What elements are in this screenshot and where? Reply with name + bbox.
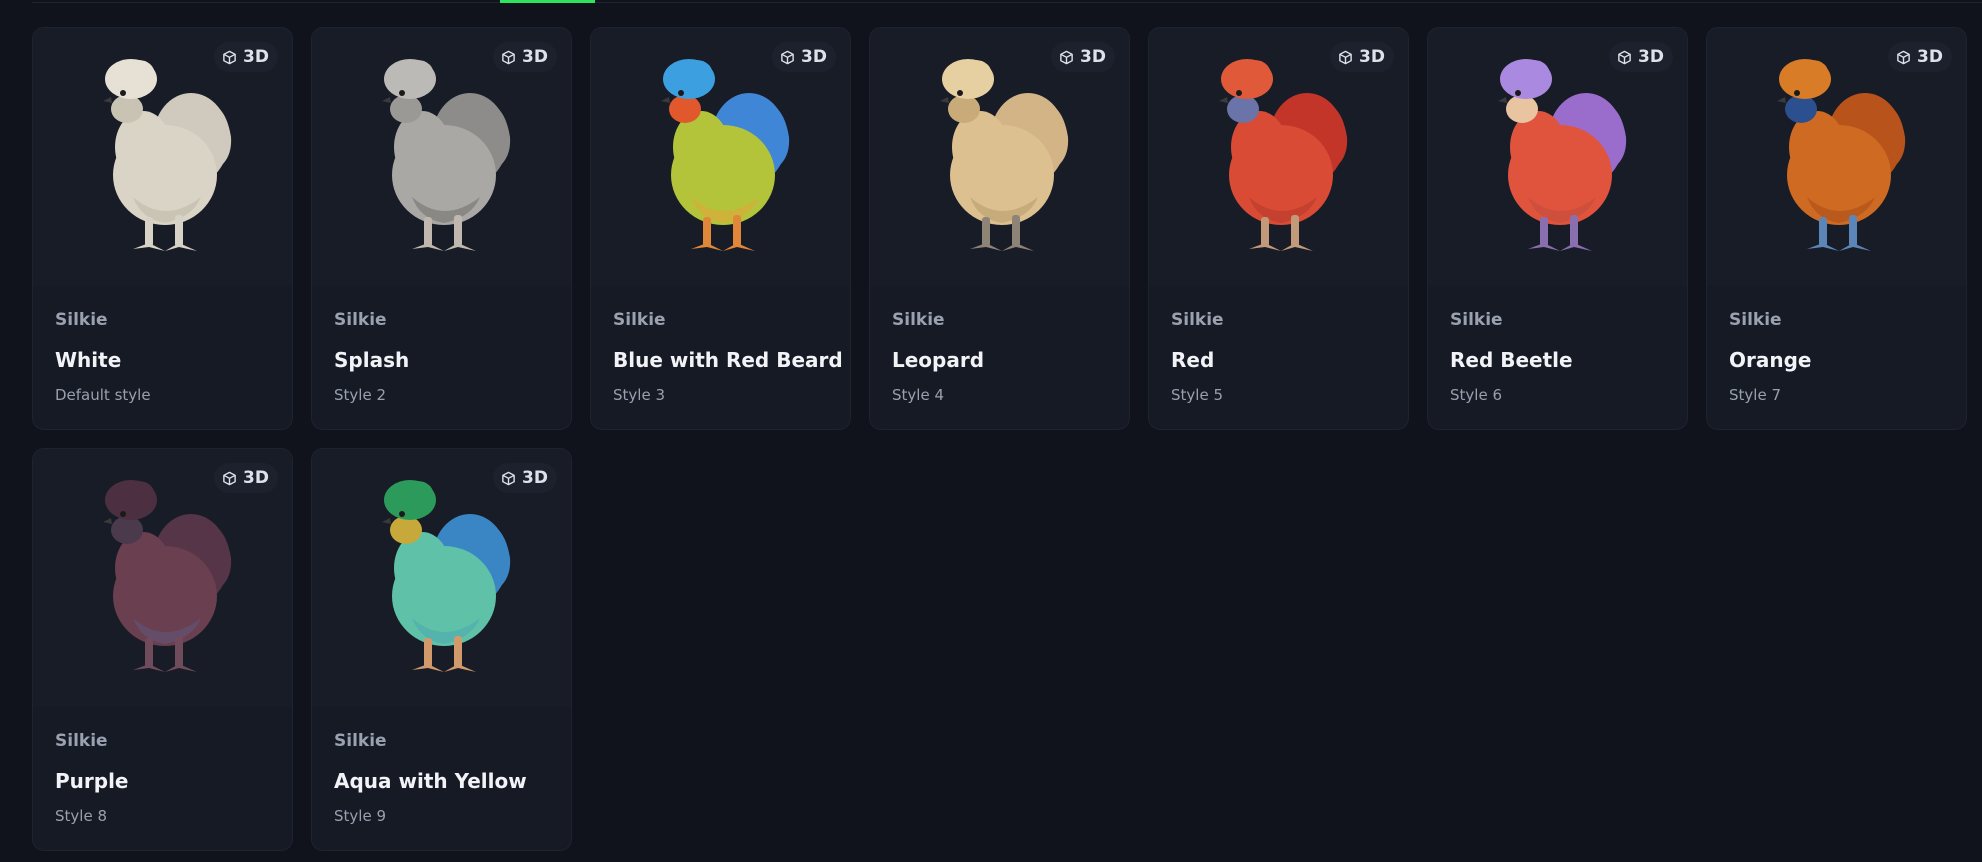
cube-icon [223, 471, 236, 485]
card-preview[interactable]: 3D [33, 449, 292, 707]
card-preview[interactable]: 3D [1428, 28, 1687, 286]
3d-badge-label: 3D [243, 468, 269, 488]
card-style-label: Style 5 [1171, 386, 1223, 404]
3d-badge[interactable]: 3D [1330, 42, 1394, 72]
card-style-label: Style 9 [334, 807, 386, 825]
3d-badge-label: 3D [1359, 47, 1385, 67]
chicken-image [939, 59, 1068, 251]
card-style-label: Style 8 [55, 807, 107, 825]
card-preview[interactable]: 3D [870, 28, 1129, 286]
card-title[interactable]: Red [1171, 347, 1386, 373]
card-preview[interactable]: 3D [591, 28, 850, 286]
3d-badge-label: 3D [1080, 47, 1106, 67]
cube-icon [781, 50, 794, 64]
card-preview[interactable]: 3D [312, 449, 571, 707]
tab-bar-divider [32, 2, 1982, 3]
card-title[interactable]: Blue with Red Beard [613, 347, 843, 373]
card-preview[interactable]: 3D [312, 28, 571, 286]
card-style-label: Style 6 [1450, 386, 1502, 404]
card-breed: Silkie [1729, 310, 1782, 330]
card-style-label: Style 3 [613, 386, 665, 404]
style-card-7[interactable]: 3D Silkie Orange Style 7 [1706, 27, 1967, 430]
3d-badge-label: 3D [522, 468, 548, 488]
3d-badge[interactable]: 3D [493, 463, 557, 493]
card-preview[interactable]: 3D [33, 28, 292, 286]
card-title[interactable]: White [55, 347, 270, 373]
style-card-5[interactable]: 3D Silkie Red Style 5 [1148, 27, 1409, 430]
chicken-image [1497, 59, 1626, 251]
card-breed: Silkie [55, 731, 108, 751]
style-card-4[interactable]: 3D Silkie Leopard Style 4 [869, 27, 1130, 430]
cube-icon [1897, 50, 1910, 64]
chicken-image [102, 59, 231, 251]
card-preview[interactable]: 3D [1707, 28, 1966, 286]
3d-badge[interactable]: 3D [1609, 42, 1673, 72]
chicken-image [1776, 59, 1905, 251]
chicken-image [102, 480, 231, 672]
card-breed: Silkie [1450, 310, 1503, 330]
card-style-label: Default style [55, 386, 151, 404]
3d-badge[interactable]: 3D [214, 463, 278, 493]
chicken-image [660, 59, 789, 251]
style-card-grid: 3D Silkie White Default style 3D Silkie … [32, 27, 1967, 851]
3d-badge-label: 3D [522, 47, 548, 67]
card-style-label: Style 2 [334, 386, 386, 404]
card-title[interactable]: Red Beetle [1450, 347, 1665, 373]
active-tab-indicator [500, 0, 595, 3]
3d-badge[interactable]: 3D [1888, 42, 1952, 72]
chicken-image [1218, 59, 1347, 251]
card-title[interactable]: Leopard [892, 347, 1107, 373]
cube-icon [1060, 50, 1073, 64]
card-breed: Silkie [613, 310, 666, 330]
style-card-8[interactable]: 3D Silkie Purple Style 8 [32, 448, 293, 851]
style-card-6[interactable]: 3D Silkie Red Beetle Style 6 [1427, 27, 1688, 430]
style-card-1[interactable]: 3D Silkie White Default style [32, 27, 293, 430]
3d-badge-label: 3D [243, 47, 269, 67]
top-tab-bar [0, 0, 1982, 4]
3d-badge[interactable]: 3D [1051, 42, 1115, 72]
cube-icon [1618, 50, 1631, 64]
3d-badge[interactable]: 3D [214, 42, 278, 72]
cube-icon [1339, 50, 1352, 64]
card-breed: Silkie [55, 310, 108, 330]
cube-icon [502, 50, 515, 64]
card-preview[interactable]: 3D [1149, 28, 1408, 286]
3d-badge-label: 3D [801, 47, 827, 67]
chicken-image [381, 59, 510, 251]
card-title[interactable]: Splash [334, 347, 549, 373]
3d-badge[interactable]: 3D [772, 42, 836, 72]
style-card-3[interactable]: 3D Silkie Blue with Red Beard Style 3 [590, 27, 851, 430]
3d-badge-label: 3D [1917, 47, 1943, 67]
card-breed: Silkie [1171, 310, 1224, 330]
card-style-label: Style 4 [892, 386, 944, 404]
card-title[interactable]: Orange [1729, 347, 1944, 373]
style-card-9[interactable]: 3D Silkie Aqua with Yellow Style 9 [311, 448, 572, 851]
chicken-image [381, 480, 510, 672]
cube-icon [502, 471, 515, 485]
card-style-label: Style 7 [1729, 386, 1781, 404]
style-card-2[interactable]: 3D Silkie Splash Style 2 [311, 27, 572, 430]
card-title[interactable]: Aqua with Yellow [334, 768, 549, 794]
3d-badge[interactable]: 3D [493, 42, 557, 72]
cube-icon [223, 50, 236, 64]
card-title[interactable]: Purple [55, 768, 270, 794]
card-breed: Silkie [334, 731, 387, 751]
card-breed: Silkie [334, 310, 387, 330]
card-breed: Silkie [892, 310, 945, 330]
3d-badge-label: 3D [1638, 47, 1664, 67]
